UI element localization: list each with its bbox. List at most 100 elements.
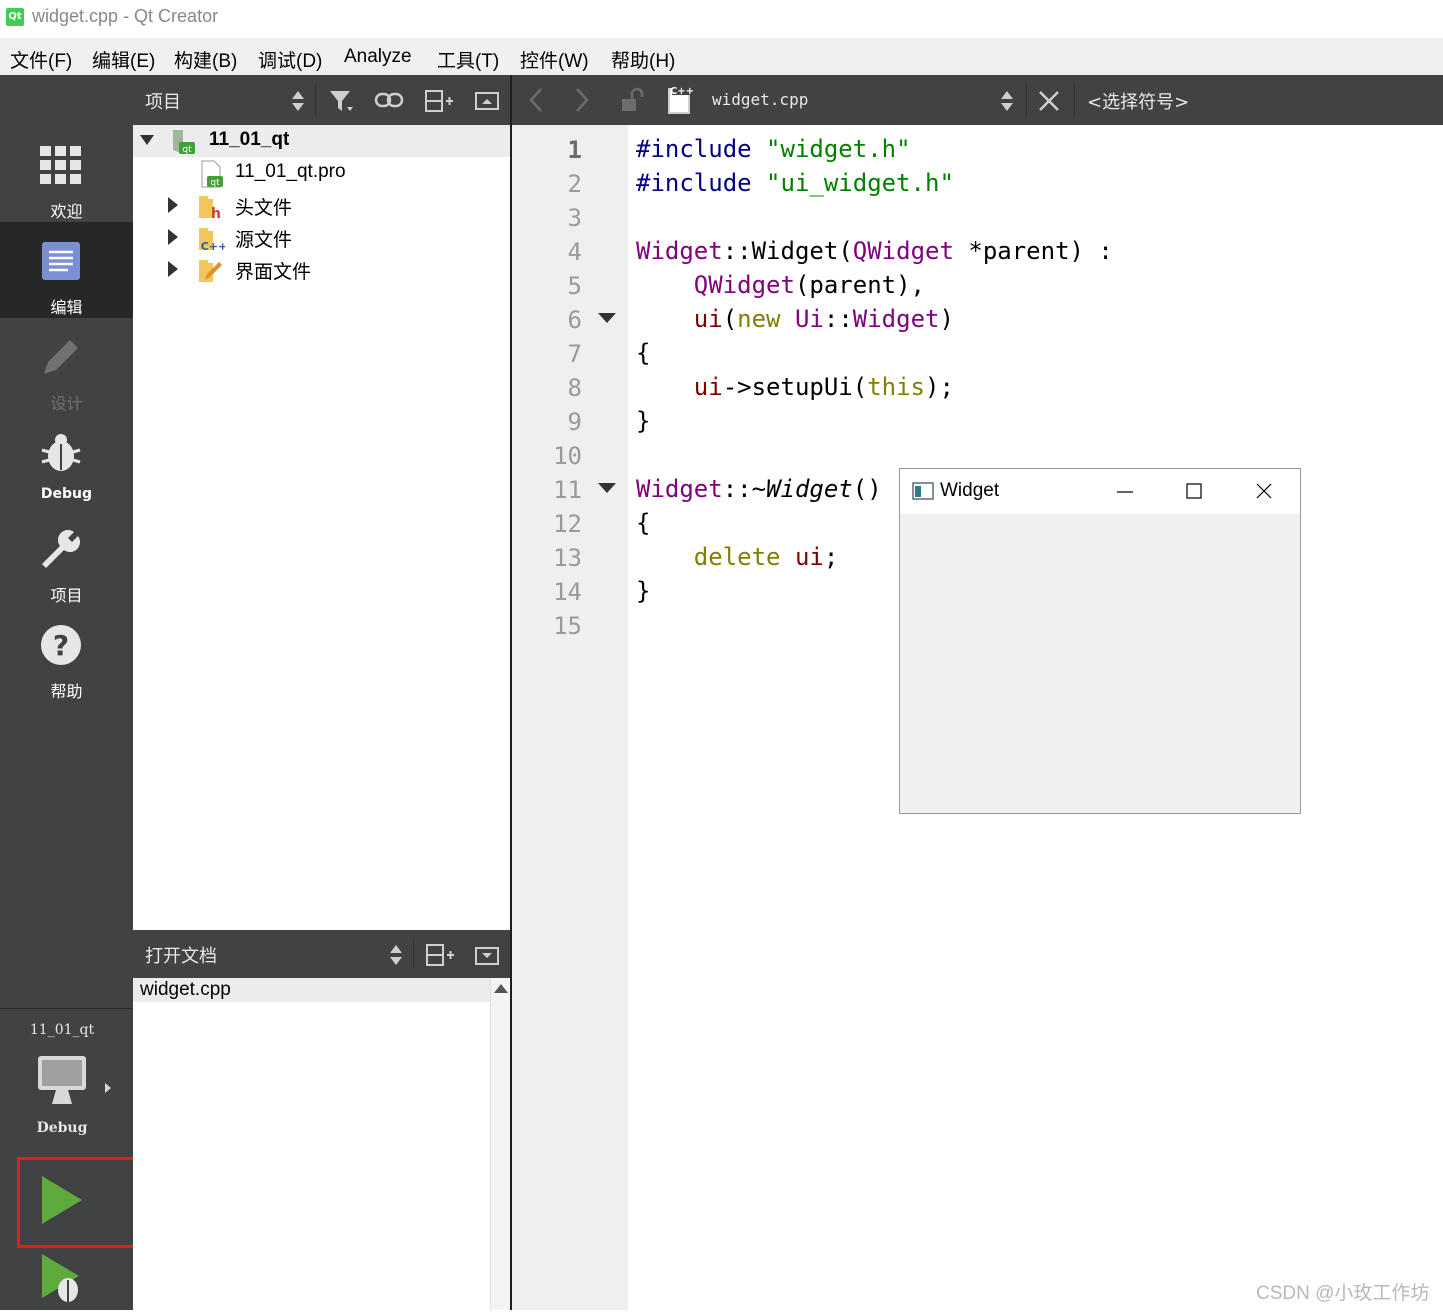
mode-design[interactable]: 设计 bbox=[0, 318, 133, 414]
split-add-icon[interactable] bbox=[425, 943, 455, 967]
tree-root-row[interactable]: qt 11_01_qt bbox=[133, 125, 510, 157]
split-add-icon[interactable] bbox=[424, 89, 454, 113]
svg-text:C++: C++ bbox=[201, 240, 225, 252]
line-number: 7 bbox=[567, 340, 582, 368]
source-folder-icon: C++ bbox=[199, 228, 225, 252]
help-icon: ? bbox=[41, 625, 81, 665]
svg-text:qt: qt bbox=[182, 145, 192, 155]
divider bbox=[1026, 85, 1027, 115]
widget-window-titlebar[interactable]: Widget bbox=[900, 469, 1300, 514]
forward-icon[interactable] bbox=[574, 87, 590, 113]
divider bbox=[315, 85, 316, 115]
menu-bar: 文件(F) 编辑(E) 构建(B) 调试(D) Analyze 工具(T) 控件… bbox=[0, 38, 1443, 76]
pane-switch-icon[interactable] bbox=[389, 943, 403, 967]
line-number: 12 bbox=[553, 510, 582, 538]
debug-run-icon bbox=[42, 1254, 79, 1302]
symbol-selector[interactable]: <选择符号> bbox=[1087, 88, 1189, 114]
menu-debug[interactable]: 调试(D) bbox=[258, 46, 322, 73]
svg-text:?: ? bbox=[53, 629, 69, 662]
code-line: #include "widget.h" bbox=[636, 135, 911, 163]
close-icon[interactable] bbox=[1255, 482, 1273, 500]
edit-doc-icon bbox=[42, 242, 80, 280]
line-number: 8 bbox=[567, 374, 582, 402]
header-folder-icon: h bbox=[199, 196, 221, 220]
project-name: 11_01_qt bbox=[209, 129, 290, 150]
navigator-header: 项目 bbox=[133, 75, 510, 125]
close-pane-icon[interactable] bbox=[475, 91, 499, 111]
window-title: widget.cpp - Qt Creator bbox=[32, 6, 219, 26]
kit-project-name: 11_01_qt bbox=[29, 1022, 95, 1038]
back-icon[interactable] bbox=[528, 87, 544, 113]
mode-debug[interactable]: Debug bbox=[0, 414, 133, 510]
tree-pro-file-row[interactable]: qt 11_01_qt.pro bbox=[133, 157, 510, 189]
menu-controls[interactable]: 控件(W) bbox=[520, 46, 589, 73]
expand-arrow-icon[interactable] bbox=[167, 196, 179, 214]
line-number: 2 bbox=[567, 170, 582, 198]
code-line: { bbox=[636, 509, 651, 537]
menu-tools[interactable]: 工具(T) bbox=[437, 46, 499, 73]
open-documents-title: 打开文档 bbox=[145, 946, 217, 967]
navigator-title: 项目 bbox=[145, 92, 181, 113]
code-line: } bbox=[636, 577, 651, 605]
code-line: ui(new Ui::Widget) bbox=[693, 305, 954, 333]
mode-label: 编辑 bbox=[50, 298, 83, 317]
folder-label: 头文件 bbox=[235, 198, 293, 219]
mode-projects[interactable]: 项目 bbox=[0, 510, 133, 606]
code-line: delete ui; bbox=[693, 543, 839, 571]
expand-arrow-icon[interactable] bbox=[167, 228, 179, 246]
tree-folder-headers[interactable]: h 头文件 bbox=[133, 189, 510, 221]
fold-marker-icon[interactable] bbox=[597, 312, 617, 324]
mode-edit[interactable]: 编辑 bbox=[0, 222, 133, 318]
line-number: 9 bbox=[567, 408, 582, 436]
folder-label: 界面文件 bbox=[235, 262, 312, 283]
line-number: 13 bbox=[553, 544, 582, 572]
tree-folder-forms[interactable]: 界面文件 bbox=[133, 253, 510, 285]
filter-icon[interactable] bbox=[329, 89, 355, 113]
monitor-icon bbox=[38, 1056, 86, 1104]
line-number: 4 bbox=[567, 238, 582, 266]
menu-file[interactable]: 文件(F) bbox=[10, 46, 72, 73]
form-folder-icon bbox=[199, 260, 222, 282]
mode-help[interactable]: ? 帮助 bbox=[0, 606, 133, 702]
link-icon[interactable] bbox=[374, 90, 404, 110]
wrench-icon bbox=[42, 530, 80, 568]
code-line: { bbox=[636, 339, 651, 367]
file-type-icon[interactable]: C++ bbox=[666, 83, 696, 115]
mode-label: 欢迎 bbox=[50, 202, 83, 221]
widget-window-title: Widget bbox=[940, 480, 1000, 501]
menu-help[interactable]: 帮助(H) bbox=[611, 46, 675, 73]
divider bbox=[1074, 85, 1075, 115]
minimize-icon[interactable] bbox=[1115, 484, 1135, 500]
pro-file-icon: qt bbox=[201, 160, 223, 188]
pro-file-name: 11_01_qt.pro bbox=[235, 161, 346, 182]
maximize-icon[interactable] bbox=[1185, 482, 1203, 500]
code-line: ui->setupUi(this); bbox=[693, 373, 954, 401]
editor-filename[interactable]: widget.cpp bbox=[712, 90, 808, 109]
open-doc-item[interactable]: widget.cpp bbox=[133, 978, 490, 1002]
menu-analyze[interactable]: Analyze bbox=[344, 46, 412, 68]
close-document-icon[interactable] bbox=[1038, 90, 1060, 112]
mode-label: 设计 bbox=[50, 394, 83, 413]
editor-toolbar: C++ widget.cpp <选择符号> bbox=[512, 75, 1443, 125]
line-number: 5 bbox=[567, 272, 582, 300]
fold-marker-icon[interactable] bbox=[597, 482, 617, 494]
kit-build-config: Debug bbox=[36, 1120, 88, 1136]
open-docs-scrollbar[interactable] bbox=[490, 978, 511, 1310]
code-line: #include "ui_widget.h" bbox=[636, 169, 954, 197]
close-pane-icon[interactable] bbox=[475, 946, 499, 966]
mode-welcome[interactable]: 欢迎 bbox=[0, 126, 133, 222]
collapse-arrow-icon[interactable] bbox=[139, 134, 155, 146]
navigator-switch-icon[interactable] bbox=[291, 89, 305, 113]
menu-edit[interactable]: 编辑(E) bbox=[92, 46, 155, 73]
mode-separator bbox=[0, 1008, 133, 1009]
file-dropdown-icon[interactable] bbox=[1000, 89, 1014, 113]
widget-window[interactable]: Widget bbox=[899, 468, 1301, 814]
tree-folder-sources[interactable]: C++ 源文件 bbox=[133, 221, 510, 253]
kit-selector[interactable]: 11_01_qt Debug bbox=[0, 1020, 133, 1150]
start-debugging-button[interactable] bbox=[37, 1252, 87, 1310]
line-number: 6 bbox=[567, 306, 582, 334]
scroll-up-icon[interactable] bbox=[493, 982, 509, 994]
expand-arrow-icon[interactable] bbox=[167, 260, 179, 278]
menu-build[interactable]: 构建(B) bbox=[174, 46, 237, 73]
lock-icon[interactable] bbox=[620, 87, 646, 113]
